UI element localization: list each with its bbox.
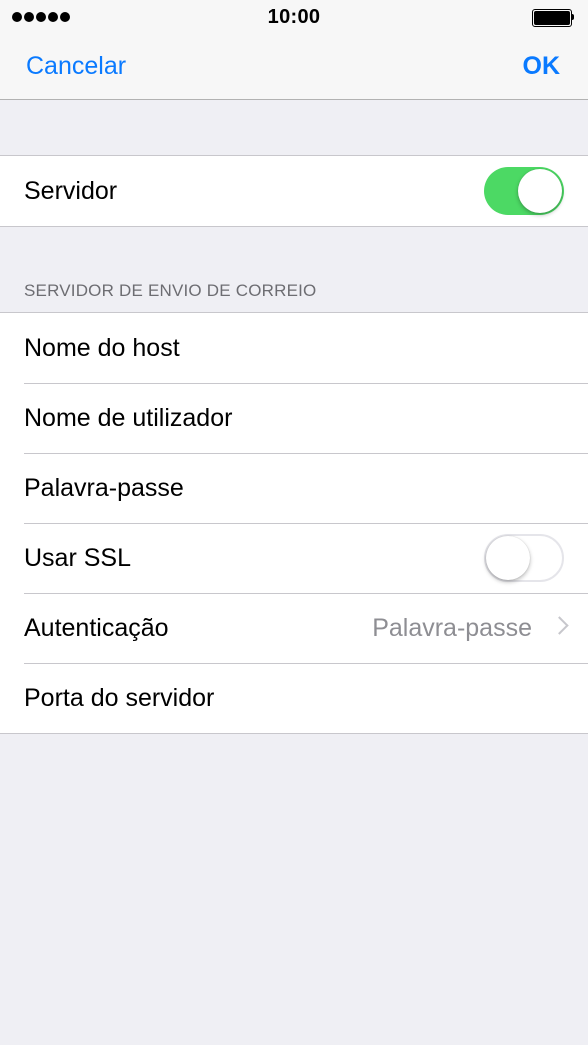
server-toggle[interactable] [484, 167, 564, 215]
toggle-knob [486, 536, 530, 580]
ssl-toggle[interactable] [484, 534, 564, 582]
server-port-label: Porta do servidor [24, 684, 215, 712]
toggle-knob [518, 169, 562, 213]
outgoing-section-header: SERVIDOR DE ENVIO DE CORREIO [24, 281, 317, 300]
authentication-row[interactable]: Autenticação Palavra-passe [0, 593, 588, 663]
server-port-row[interactable]: Porta do servidor [0, 663, 588, 733]
username-row[interactable]: Nome de utilizador [0, 383, 588, 453]
cancel-button[interactable]: Cancelar [26, 52, 126, 81]
authentication-label: Autenticação [24, 614, 169, 642]
outgoing-server-group: Nome do host Nome de utilizador Palavra-… [0, 312, 588, 734]
battery-full-icon [532, 9, 574, 27]
status-bar: 10:00 [0, 0, 588, 34]
chevron-right-icon [550, 616, 569, 635]
hostname-row[interactable]: Nome do host [0, 313, 588, 383]
server-label: Servidor [24, 177, 118, 205]
ok-button[interactable]: OK [523, 52, 561, 81]
authentication-value: Palavra-passe [372, 614, 532, 642]
password-row[interactable]: Palavra-passe [0, 453, 588, 523]
ssl-row: Usar SSL [0, 523, 588, 593]
password-label: Palavra-passe [24, 474, 184, 502]
status-time: 10:00 [267, 6, 321, 28]
hostname-label: Nome do host [24, 334, 180, 362]
navigation-bar: Cancelar OK [0, 34, 588, 100]
ssl-label: Usar SSL [24, 544, 131, 572]
server-row: Servidor [0, 156, 588, 226]
username-label: Nome de utilizador [24, 404, 233, 432]
server-group: Servidor [0, 155, 588, 227]
